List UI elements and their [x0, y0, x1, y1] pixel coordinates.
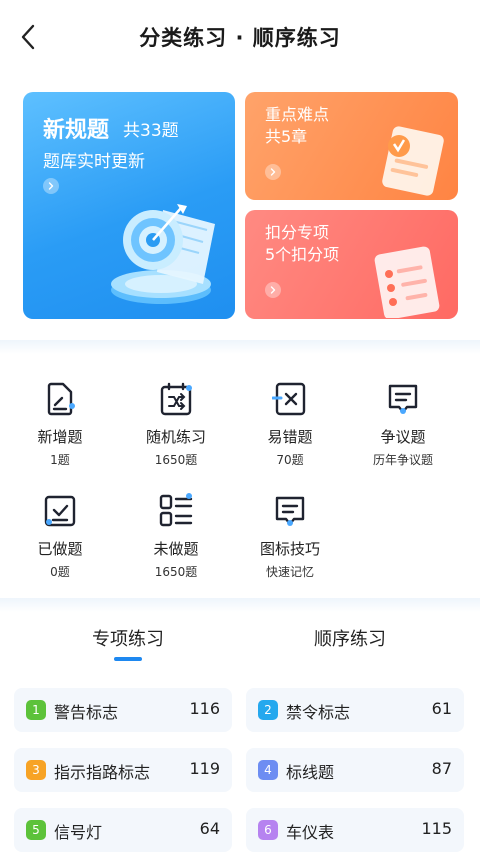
list-item[interactable]: 1 警告标志 116: [14, 688, 232, 732]
arrow-right-icon: [43, 178, 59, 194]
list-item-count: 119: [189, 759, 220, 778]
grid-item-label: 新增题: [37, 428, 83, 446]
new-doc-icon: [47, 382, 75, 416]
grid-item-label: 易错题: [267, 428, 313, 446]
grid-item-value: 0题: [50, 565, 70, 579]
list-item-count: 116: [189, 699, 220, 718]
grid-item-label: 随机练习: [145, 428, 206, 446]
grid-item-value: 1题: [50, 453, 70, 467]
grid-item-label: 争议题: [380, 428, 426, 446]
dispute-icon: [388, 384, 418, 414]
deduction-subtitle: 5个扣分项: [265, 245, 340, 264]
list-item-number: 2: [258, 700, 278, 720]
list-item-label: 禁令标志: [286, 703, 351, 722]
grid-item-dispute[interactable]: 争议题 历年争议题: [343, 381, 463, 468]
grid-item-value: 1650题: [154, 453, 198, 467]
section-divider: [0, 598, 480, 612]
header: 分类练习 · 顺序练习: [0, 0, 480, 72]
list-item-number: 5: [26, 820, 46, 840]
list-item-label: 警告标志: [54, 703, 119, 722]
list-item[interactable]: 3 指示指路标志 119: [14, 748, 232, 792]
key-points-card[interactable]: 重点难点 共5章: [245, 92, 458, 200]
section-divider: [0, 340, 480, 354]
list-item[interactable]: 4 标线题 87: [246, 748, 464, 792]
key-points-title: 重点难点: [265, 105, 330, 124]
grid-item-label: 图标技巧: [259, 540, 320, 558]
list-item-label: 信号灯: [54, 823, 103, 842]
certificate-illustration-icon: [382, 126, 444, 196]
tab-active-indicator: [114, 657, 142, 661]
list-item[interactable]: 5 信号灯 64: [14, 808, 232, 852]
new-rules-title: 新规题: [43, 118, 110, 143]
checklist-illustration-icon: [374, 246, 440, 318]
list-item-number: 1: [26, 700, 46, 720]
grid-item-tips[interactable]: 图标技巧 快速记忆: [230, 493, 350, 580]
list-item-count: 64: [199, 819, 220, 838]
grid-item-value: 1650题: [154, 565, 198, 579]
list-item[interactable]: 6 车仪表 115: [246, 808, 464, 852]
list-item-count: 115: [421, 819, 452, 838]
arrow-right-icon: [265, 164, 281, 180]
grid-item-value: 历年争议题: [372, 453, 433, 467]
undone-list-icon: [159, 493, 193, 527]
done-icon: [44, 495, 76, 527]
list-item-number: 6: [258, 820, 278, 840]
tab-special-practice[interactable]: 专项练习: [28, 625, 228, 651]
list-item-count: 87: [431, 759, 452, 778]
key-points-subtitle: 共5章: [265, 127, 308, 146]
grid-item-new[interactable]: 新增题 1题: [0, 381, 120, 468]
new-rules-count: 共33题: [123, 121, 179, 141]
grid-item-random[interactable]: 随机练习 1650题: [116, 381, 236, 468]
grid-item-done[interactable]: 已做题 0题: [0, 493, 120, 580]
grid-item-value: 70题: [276, 453, 304, 467]
list-item-number: 4: [258, 760, 278, 780]
list-item-label: 车仪表: [286, 823, 335, 842]
grid-item-value: 快速记忆: [265, 565, 314, 579]
grid-item-undone[interactable]: 未做题 1650题: [116, 493, 236, 580]
new-rules-subtitle: 题库实时更新: [43, 152, 145, 172]
list-item-label: 指示指路标志: [54, 763, 151, 782]
deduction-card[interactable]: 扣分专项 5个扣分项: [245, 210, 458, 319]
error-icon: [272, 382, 306, 416]
target-illustration-icon: [111, 204, 215, 304]
grid-item-label: 已做题: [37, 540, 83, 558]
list-item-count: 61: [431, 699, 452, 718]
list-item-label: 标线题: [286, 763, 335, 782]
tips-icon: [275, 496, 305, 526]
arrow-right-icon: [265, 282, 281, 298]
shuffle-icon: [160, 382, 192, 416]
tab-sequential-practice[interactable]: 顺序练习: [250, 625, 450, 651]
deduction-title: 扣分专项: [265, 223, 330, 242]
new-rules-card[interactable]: 新规题 共33题 题库实时更新: [23, 92, 235, 319]
page-title: 分类练习 · 顺序练习: [139, 26, 341, 50]
list-item-number: 3: [26, 760, 46, 780]
grid-item-label: 未做题: [153, 540, 199, 558]
grid-item-mistakes[interactable]: 易错题 70题: [230, 381, 350, 468]
list-item[interactable]: 2 禁令标志 61: [246, 688, 464, 732]
